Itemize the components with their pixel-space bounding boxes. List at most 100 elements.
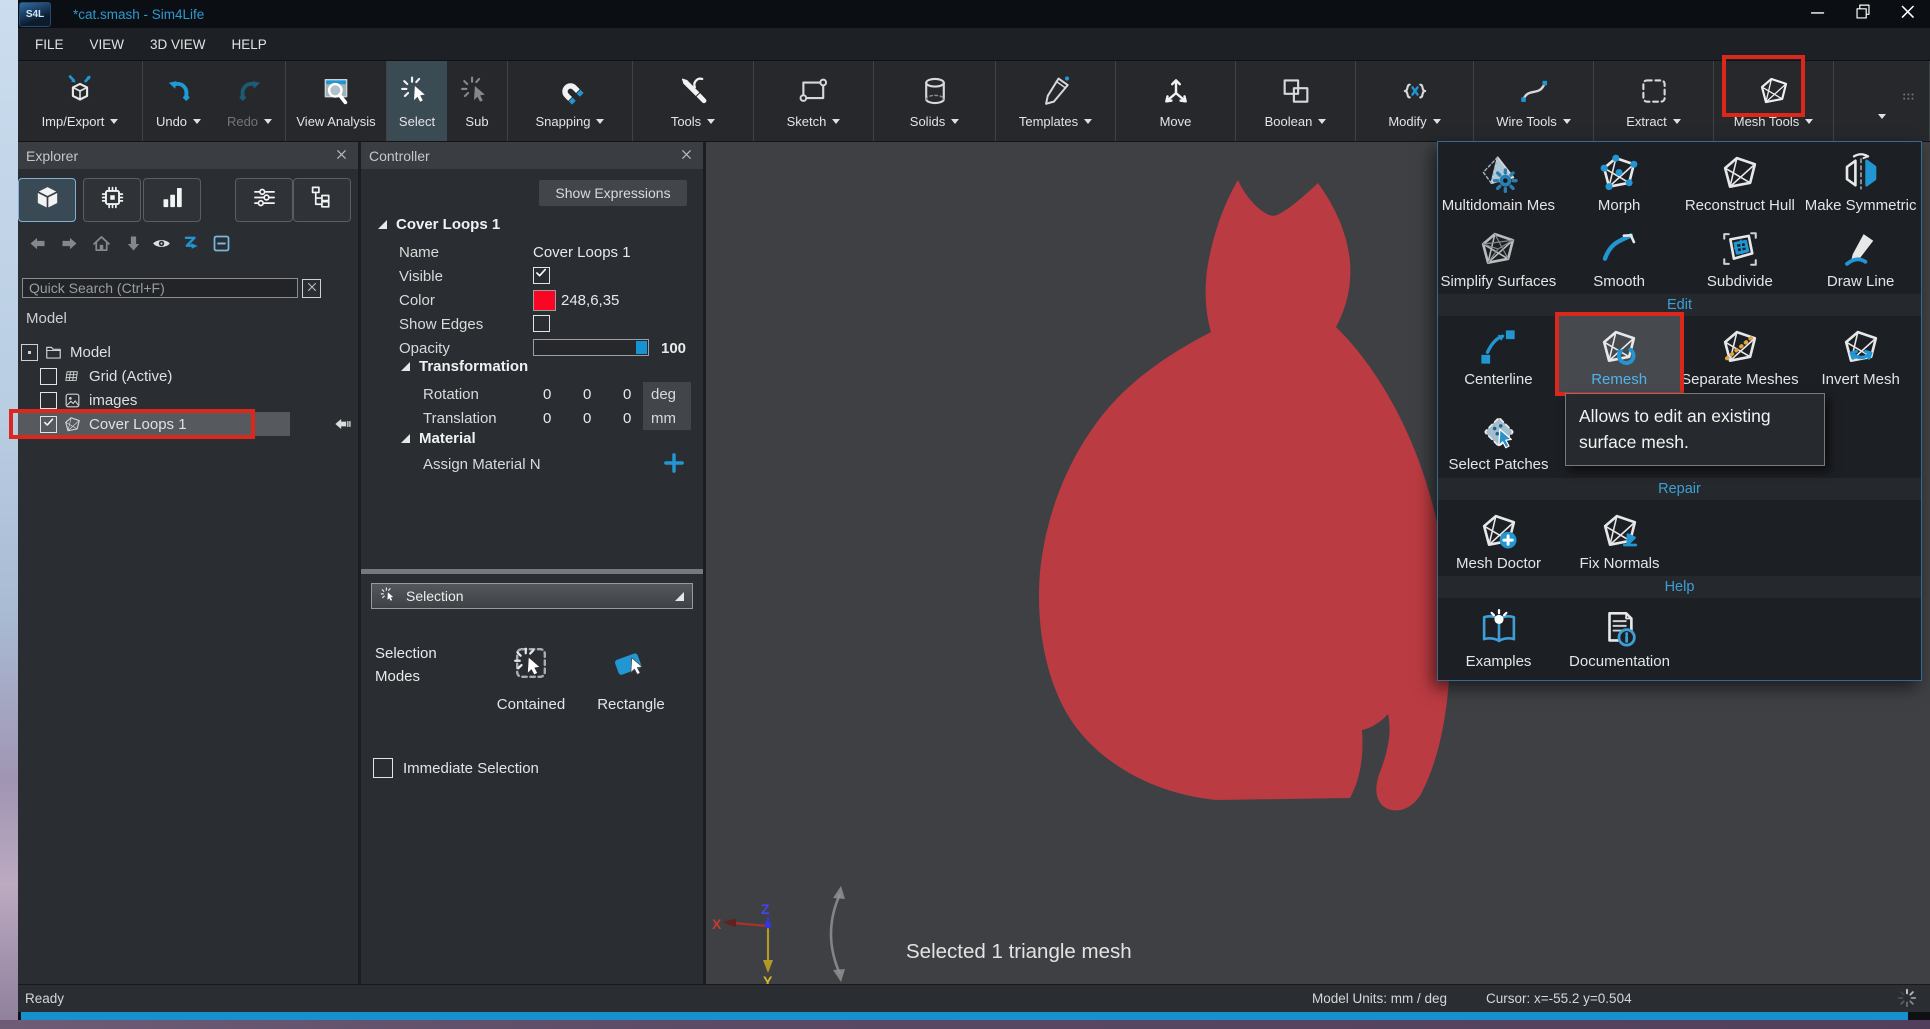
nav-arrow-left-button[interactable] [25,234,49,258]
tool-extract[interactable]: Extract [1594,61,1713,141]
view-button-analysis[interactable] [143,178,201,222]
color-swatch[interactable] [533,290,556,311]
nav-collapse-all-button[interactable] [209,234,233,258]
busy-spinner-icon [1896,987,1918,1012]
menu-item-simplify-surfaces[interactable]: Simplify Surfaces [1438,218,1559,294]
tool-imp-export[interactable]: Imp/Export [18,61,142,141]
menu-item-draw-line[interactable]: Draw Line [1800,218,1921,294]
tree-checkbox[interactable] [40,416,57,433]
rotation-z[interactable]: 0 [623,386,631,403]
translation-z[interactable]: 0 [623,410,631,427]
show-expressions-button[interactable]: Show Expressions [539,180,687,206]
menu-item-centerline[interactable]: Centerline [1438,316,1559,392]
nav-arrow-right-button[interactable] [57,234,81,258]
menu-item-remesh[interactable]: Remesh [1559,316,1680,392]
search-clear-button[interactable] [302,279,321,298]
nav-eye-button[interactable] [149,234,173,258]
tree-item-images[interactable]: images [18,388,358,412]
tree-checkbox[interactable] [40,392,57,409]
translation-y[interactable]: 0 [583,410,591,427]
menu-item-separate-meshes[interactable]: Separate Meshes [1680,316,1801,392]
tool-undo[interactable]: Undo [143,61,214,141]
material-header[interactable]: Material [401,430,476,447]
prop-value[interactable]: Cover Loops 1 [533,244,631,261]
tree-item-cover-loops-1[interactable]: Cover Loops 1 [18,412,358,436]
selection-section-header[interactable]: Selection [371,583,693,609]
tool-templates[interactable]: Templates [996,61,1115,141]
search-input[interactable] [22,278,298,298]
tool-select[interactable]: Select [387,61,447,141]
explorer-close-button[interactable] [332,148,350,164]
tool-move[interactable]: Move [1116,61,1235,141]
opacity-slider-handle[interactable] [636,341,647,354]
tool-sketch[interactable]: Sketch [754,61,873,141]
folder-icon [44,343,63,362]
opacity-slider[interactable] [533,339,649,356]
transformation-header[interactable]: Transformation [401,358,528,375]
menu-item-morph[interactable]: Morph [1559,142,1680,218]
nav-zoom-line-button[interactable] [179,234,203,258]
menu-item-invert-mesh[interactable]: Invert Mesh [1800,316,1921,392]
tool-snapping[interactable]: Snapping [508,61,632,141]
tool-view-analysis[interactable]: View Analysis [286,61,386,141]
explorer-header: Explorer [18,142,358,169]
menu-item-make-symmetric[interactable]: Make Symmetric [1800,142,1921,218]
cat-mesh[interactable] [1034,174,1464,814]
view-button-filters[interactable] [235,178,293,222]
menu-item-documentation[interactable]: Documentation [1559,598,1680,674]
toolbar-overflow-button[interactable] [1834,61,1929,141]
locate-arrow-icon[interactable] [332,414,352,438]
selection-mode-contained[interactable]: Contained [481,642,581,713]
color-value[interactable]: 248,6,35 [561,292,619,309]
menu-item-fix-normals[interactable]: Fix Normals [1559,500,1680,576]
menu-3d-view[interactable]: 3D VIEW [137,28,219,60]
translation-x[interactable]: 0 [543,410,551,427]
selection-mode-rectangle[interactable]: Rectangle [581,642,681,713]
rotation-y[interactable]: 0 [583,386,591,403]
nav-home-button[interactable] [89,234,113,258]
controller-header: Controller [361,142,703,169]
menu-item-smooth[interactable]: Smooth [1559,218,1680,294]
nav-arrow-down-button[interactable] [121,234,145,258]
close-button[interactable] [1885,0,1930,28]
tree-item-grid-active[interactable]: Grid (Active) [18,364,358,388]
tool-wire-tools[interactable]: Wire Tools [1474,61,1593,141]
menu-item-subdivide[interactable]: Subdivide [1680,218,1801,294]
view-button-model[interactable] [18,178,76,222]
toolbar-group-11: Modify [1356,61,1474,141]
show-edges-checkbox[interactable] [533,315,550,332]
visible-checkbox[interactable] [533,267,550,284]
menu-file[interactable]: FILE [22,28,77,60]
tree-item-model[interactable]: Model [18,340,358,364]
menu-item-mesh-doctor[interactable]: Mesh Doctor [1438,500,1559,576]
eye-icon [151,233,172,259]
tool-boolean[interactable]: Boolean [1236,61,1355,141]
tree-icon [309,184,336,216]
tree-checkbox[interactable] [40,368,57,385]
menu-item-multidomain-mes[interactable]: Multidomain Mes [1438,142,1559,218]
menu-item-reconstruct-hull[interactable]: Reconstruct Hull [1680,142,1801,218]
menu-view[interactable]: VIEW [77,28,138,60]
tool-solids[interactable]: Solids [874,61,995,141]
controller-close-button[interactable] [677,148,695,164]
view-button-simulation[interactable] [83,178,141,222]
rotation-x[interactable]: 0 [543,386,551,403]
cat-silhouette[interactable] [1039,180,1450,810]
view-button-hierarchy[interactable] [293,178,351,222]
menu-item-select-patches[interactable]: Select Patches [1438,392,1559,478]
entity-group-header[interactable]: Cover Loops 1 [378,216,500,233]
tree-expand-box[interactable] [21,344,38,361]
minimize-button[interactable] [1795,0,1840,28]
tool-tools[interactable]: Tools [633,61,753,141]
tool-modify[interactable]: Modify [1356,61,1473,141]
tool-redo[interactable]: Redo [214,61,285,141]
documentation-icon [1599,607,1641,651]
menu-item-examples[interactable]: Examples [1438,598,1559,674]
tool-sub[interactable]: Sub [447,61,507,141]
menu-help[interactable]: HELP [219,28,280,60]
immediate-selection-checkbox[interactable] [373,758,393,778]
add-material-button[interactable] [661,450,687,480]
panel-splitter[interactable] [361,569,703,574]
restore-button[interactable] [1840,0,1885,28]
tool-mesh-tools[interactable]: Mesh Tools [1714,61,1833,141]
